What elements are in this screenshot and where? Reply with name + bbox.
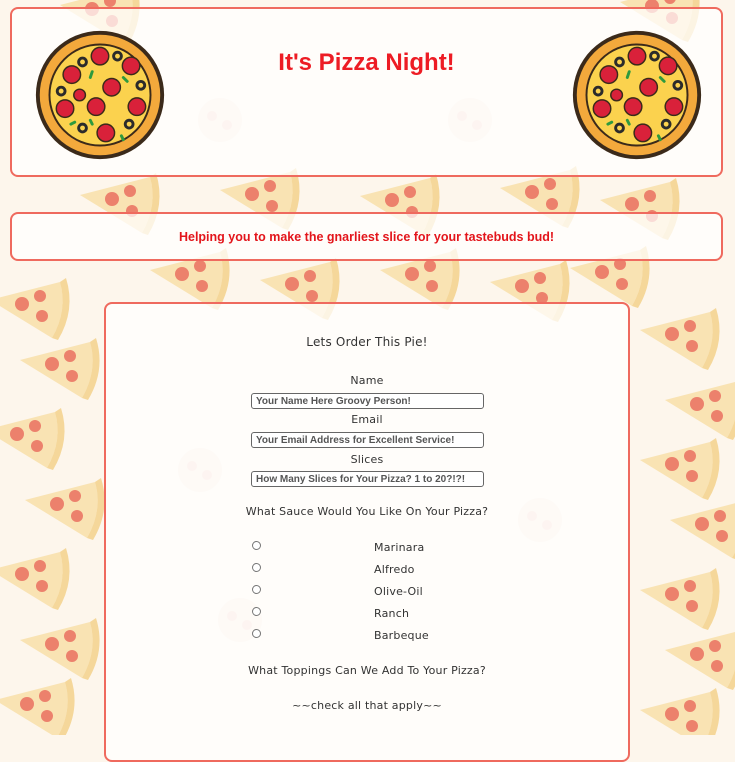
name-input[interactable] [251,393,484,409]
toppings-question: What Toppings Can We Add To Your Pizza? [248,664,486,677]
sauce-label-ranch: Ranch [374,607,410,620]
email-input[interactable] [251,432,484,448]
order-form: Lets Order This Pie! Name Email Slices W… [104,302,630,762]
sauce-radio-ranch[interactable] [252,607,261,616]
sauce-option-marinara[interactable]: Marinara [106,541,628,559]
sauce-label-barbeque: Barbeque [374,629,429,642]
tagline: Helping you to make the gnarliest slice … [178,230,555,244]
sauce-option-ranch[interactable]: Ranch [106,607,628,625]
header-card: It's Pizza Night! [10,7,723,177]
sauce-option-alfredo[interactable]: Alfredo [106,563,628,581]
toppings-hint: ~~check all that apply~~ [292,699,442,712]
sauce-radio-olive-oil[interactable] [252,585,261,594]
slices-label: Slices [350,453,384,466]
sauce-question: What Sauce Would You Like On Your Pizza? [245,505,489,518]
sauce-option-barbeque[interactable]: Barbeque [106,629,628,647]
pizza-icon [35,30,165,160]
email-label: Email [351,413,383,426]
sauce-radio-marinara[interactable] [252,541,261,550]
sauce-radio-alfredo[interactable] [252,563,261,572]
sauce-option-olive-oil[interactable]: Olive-Oil [106,585,628,603]
name-label: Name [350,374,384,387]
sauce-label-olive-oil: Olive-Oil [374,585,423,598]
pizza-icon [572,30,702,160]
sauce-label-alfredo: Alfredo [374,563,415,576]
slices-input[interactable] [251,471,484,487]
sauce-label-marinara: Marinara [374,541,425,554]
sauce-radio-barbeque[interactable] [252,629,261,638]
form-title: Lets Order This Pie! [306,335,428,349]
tagline-card: Helping you to make the gnarliest slice … [10,212,723,261]
